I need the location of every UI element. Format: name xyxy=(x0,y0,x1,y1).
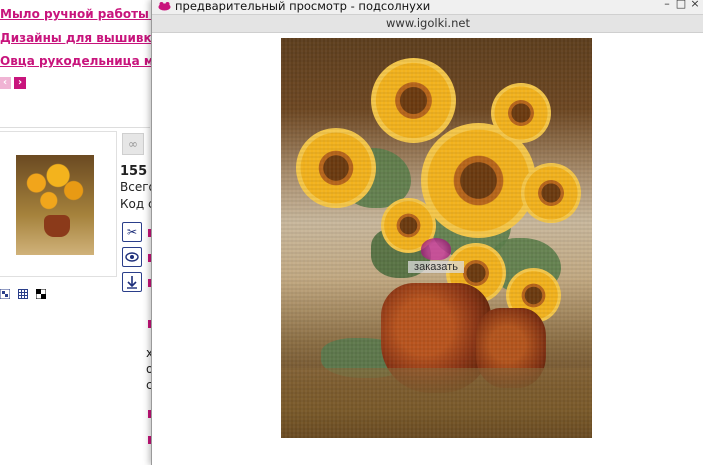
link-soap-label[interactable]: Мыло ручной работы xyxy=(0,7,149,21)
preview-image[interactable]: заказать xyxy=(281,38,592,438)
pattern-icon[interactable] xyxy=(35,284,47,300)
scissors-icon[interactable]: ✂ xyxy=(122,222,142,242)
thumbnail-vase xyxy=(44,215,70,237)
product-thumbnail-frame xyxy=(0,131,117,277)
close-button[interactable]: × xyxy=(688,0,702,10)
popup-titlebar[interactable]: предварительный просмотр - подсолнухи – … xyxy=(152,0,703,14)
window-app-icon xyxy=(158,1,171,11)
thumbnail-flowers xyxy=(24,163,86,213)
watermark[interactable]: заказать xyxy=(408,238,464,273)
popup-url: www.igolki.net xyxy=(386,16,470,30)
maximize-button[interactable]: □ xyxy=(674,0,688,10)
prev-arrow-button[interactable]: ‹ xyxy=(0,77,11,89)
watermark-logo-icon xyxy=(421,238,451,260)
color-chart-icon[interactable] xyxy=(0,284,11,300)
order-watermark-text[interactable]: заказать xyxy=(408,261,464,273)
download-icon[interactable] xyxy=(122,272,142,292)
link-soap[interactable]: Мыло ручной работы К xyxy=(0,7,162,21)
link-embroidery-designs-label[interactable]: Дизайны для вышивки xyxy=(0,31,160,45)
preview-popup-window: предварительный просмотр - подсолнухи – … xyxy=(151,0,703,465)
link-sheep-label[interactable]: Овца рукодельница ма xyxy=(0,54,162,68)
popup-url-bar: www.igolki.net xyxy=(152,14,703,33)
minimize-button[interactable]: – xyxy=(660,0,674,10)
link-embroidery-designs[interactable]: Дизайны для вышивки xyxy=(0,31,160,45)
product-count-value: 155 xyxy=(120,164,148,179)
next-arrow-button[interactable]: › xyxy=(14,77,26,89)
popup-title: предварительный просмотр - подсолнухи xyxy=(175,0,431,13)
link-sheep-needlewoman[interactable]: Овца рукодельница ма xyxy=(0,54,162,68)
divider xyxy=(0,127,150,128)
link-chain-icon[interactable]: ∞ xyxy=(122,133,144,155)
popup-content: заказать xyxy=(152,33,703,465)
grid-icon[interactable] xyxy=(18,284,28,299)
eye-icon[interactable] xyxy=(122,247,142,267)
product-code: Код с xyxy=(120,197,155,211)
product-thumbnail-image[interactable] xyxy=(16,155,94,255)
